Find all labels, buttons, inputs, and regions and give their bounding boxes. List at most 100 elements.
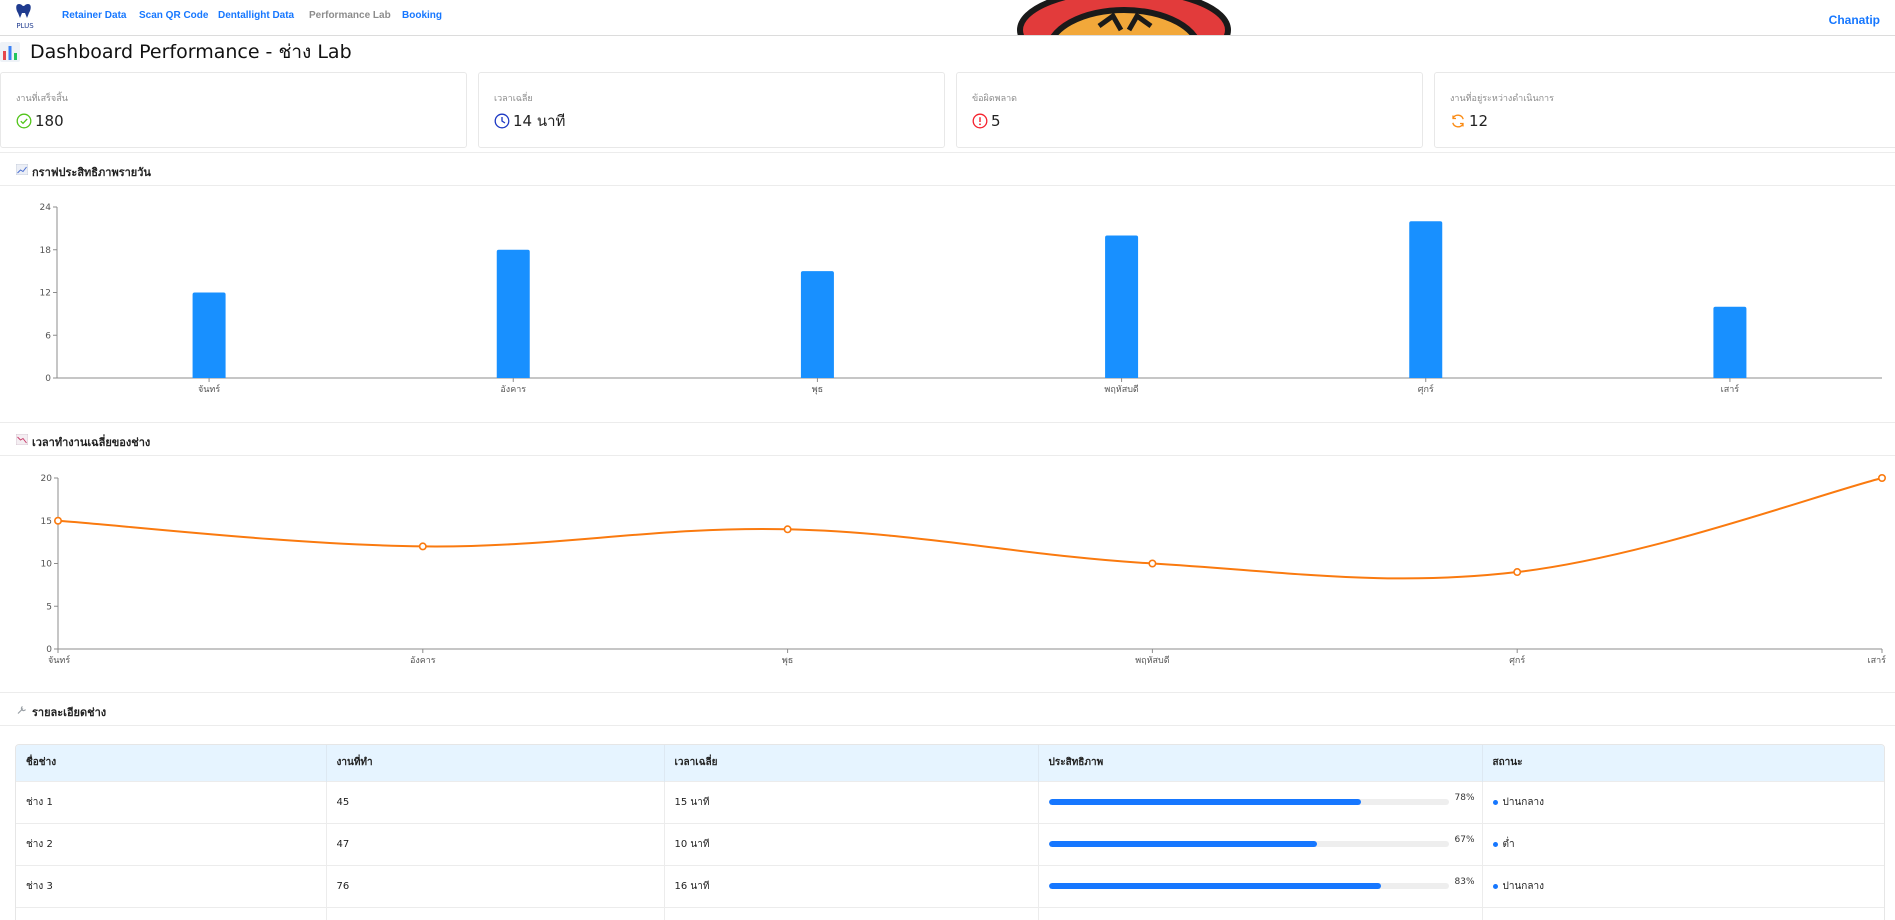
table-row: ช่าง 2 47 10 นาที 67% ต่ำ xyxy=(16,822,1884,865)
cell-efficiency: 67% xyxy=(1038,822,1483,865)
stat-card-average-time: เวลาเฉลี่ย 14 นาที xyxy=(478,72,945,148)
stat-label: งานที่เสร็จสิ้น xyxy=(16,94,68,104)
wrench-icon xyxy=(17,705,27,714)
section-title: กราฟประสิทธิภาพรายวัน xyxy=(32,166,151,179)
section-daily-performance: กราฟประสิทธิภาพรายวัน xyxy=(0,152,1895,186)
efficiency-progress: 67% xyxy=(1048,835,1482,847)
progress-fill xyxy=(1048,883,1381,889)
cell-status xyxy=(1482,906,1884,920)
average-time-line-chart: 0 5 10 15 20 จันทร์ อังคาร พุธ พฤหัสบดี ศุกร์ เสาร… xyxy=(0,465,1895,675)
x-tick-label: ศุกร์ xyxy=(1509,654,1525,666)
status-dot xyxy=(1492,883,1498,889)
stat-value: 180 xyxy=(16,111,64,131)
progress-fill xyxy=(1048,841,1317,847)
x-tick-label: ศุกร์ xyxy=(1418,383,1434,395)
plus-logo[interactable]: PLUS xyxy=(12,2,38,32)
efficiency-progress: 83% xyxy=(1048,877,1482,889)
stat-card-completed: งานที่เสร็จสิ้น 180 xyxy=(0,72,467,148)
column-header-status[interactable]: สถานะ xyxy=(1482,745,1884,781)
column-header-avg-time[interactable]: เวลาเฉลี่ย xyxy=(664,745,1039,781)
table-row: ช่าง 3 76 16 นาที 83% ปานกลาง xyxy=(16,864,1884,907)
y-tick-label: 12 xyxy=(40,289,51,299)
y-tick-label: 0 xyxy=(45,374,51,384)
user-menu[interactable]: Chanatip xyxy=(1829,13,1880,27)
progress-track xyxy=(1048,841,1449,847)
cell-avg-time: 15 นาที xyxy=(664,780,1039,823)
cell-efficiency: 83% xyxy=(1038,864,1483,907)
stat-value: 14 นาที xyxy=(494,111,565,131)
stat-card-in-progress: งานที่อยู่ระหว่างดำเนินการ 12 xyxy=(1434,72,1895,148)
table-row xyxy=(16,906,1884,920)
status-text: ต่ำ xyxy=(1502,838,1515,850)
status-text: ปานกลาง xyxy=(1502,880,1544,892)
cell-jobs: 45 xyxy=(326,780,665,823)
stat-value: 5 xyxy=(972,111,1001,131)
section-average-time: เวลาทำงานเฉลี่ยของช่าง xyxy=(0,422,1895,456)
x-tick-label: เสาร์ xyxy=(1868,654,1887,666)
nav-link-dentallight-data[interactable]: Dentallight Data xyxy=(218,10,294,21)
cell-jobs: 47 xyxy=(326,822,665,865)
cell-status: ปานกลาง xyxy=(1482,864,1884,907)
cell-status: ต่ำ xyxy=(1482,822,1884,865)
mascot-image xyxy=(995,0,1253,35)
data-point xyxy=(53,516,62,525)
cell-jobs: 76 xyxy=(326,864,665,907)
data-point xyxy=(418,542,427,551)
column-header-jobs[interactable]: งานที่ทำ xyxy=(326,745,665,781)
nav-link-performance-lab[interactable]: Performance Lab xyxy=(309,10,391,21)
section-title: รายละเอียดช่าง xyxy=(32,706,107,719)
nav-link-scan-qr-code[interactable]: Scan QR Code xyxy=(139,10,208,21)
section-technician-details: รายละเอียดช่าง xyxy=(0,692,1895,726)
tooth-logo-icon: PLUS xyxy=(16,4,34,30)
status-dot xyxy=(1492,799,1498,805)
cell-status: ปานกลาง xyxy=(1482,780,1884,823)
bar xyxy=(1105,235,1139,378)
y-tick-label: 10 xyxy=(41,560,53,570)
stat-label: งานที่อยู่ระหว่างดำเนินการ xyxy=(1450,94,1554,104)
table-header-row: ชื่อช่าง งานที่ทำ เวลาเฉลี่ย ประสิทธิภาพ… xyxy=(16,745,1884,781)
progress-track xyxy=(1048,799,1449,805)
average-time-line-chart-svg: 0 5 10 15 20 จันทร์ อังคาร พุธ พฤหัสบดี ศุกร์ เสาร… xyxy=(41,474,1887,666)
status-dot xyxy=(1492,841,1498,847)
cell-efficiency: 78% xyxy=(1038,780,1483,823)
x-tick-label: อังคาร xyxy=(410,656,436,666)
nav-link-retainer-data[interactable]: Retainer Data xyxy=(62,10,126,21)
stat-label: เวลาเฉลี่ย xyxy=(494,94,533,104)
page-title: Dashboard Performance - ช่าง Lab xyxy=(0,40,352,64)
y-tick-label: 0 xyxy=(46,645,52,655)
x-tick-label: จันทร์ xyxy=(48,654,70,666)
daily-bar-chart-svg: 0 6 12 18 24 จันทร์ อังคาร พุธ พฤหัสบดี ศุกร์ เสาร… xyxy=(40,203,1882,395)
table-row: ช่าง 1 45 15 นาที 78% ปานกลาง xyxy=(16,780,1884,823)
y-tick-label: 5 xyxy=(46,602,52,612)
x-tick-label: อังคาร xyxy=(500,385,526,395)
progress-percent: 67% xyxy=(1454,835,1475,845)
page-title-text: Dashboard Performance - ช่าง Lab xyxy=(30,41,352,63)
check-circle-icon xyxy=(16,113,32,129)
efficiency-progress: 78% xyxy=(1048,793,1482,805)
stat-label: ข้อผิดพลาด xyxy=(972,94,1018,104)
stat-value-text: 5 xyxy=(991,112,1001,130)
column-header-efficiency[interactable]: ประสิทธิภาพ xyxy=(1038,745,1483,781)
cell-efficiency xyxy=(1038,906,1483,920)
stat-value-text: 180 xyxy=(35,112,64,130)
bar xyxy=(192,292,226,378)
x-tick-label: พฤหัสบดี xyxy=(1135,655,1170,666)
chart-increasing-icon xyxy=(16,164,28,175)
bar xyxy=(800,271,834,378)
stat-card-errors: ข้อผิดพลาด 5 xyxy=(956,72,1423,148)
exclamation-circle-icon xyxy=(972,113,988,129)
chart-decreasing-icon xyxy=(16,434,28,445)
stat-value: 12 xyxy=(1450,111,1488,131)
column-header-name[interactable]: ชื่อช่าง xyxy=(16,745,327,781)
y-tick-label: 15 xyxy=(41,517,52,527)
nav-link-booking[interactable]: Booking xyxy=(402,10,442,21)
status-text: ปานกลาง xyxy=(1502,796,1544,808)
top-nav: PLUS Retainer Data Scan QR Code Dentalli… xyxy=(0,0,1895,36)
y-tick-label: 6 xyxy=(45,331,51,341)
x-tick-label: พุธ xyxy=(782,656,793,666)
y-tick-label: 24 xyxy=(40,203,52,213)
bar xyxy=(1409,221,1443,378)
stat-value-text: 14 นาที xyxy=(513,112,566,130)
x-tick-label: พฤหัสบดี xyxy=(1104,384,1139,395)
daily-bar-chart: 0 6 12 18 24 จันทร์ อังคาร พุธ พฤหัสบดี ศุกร์ เสาร… xyxy=(0,195,1895,405)
